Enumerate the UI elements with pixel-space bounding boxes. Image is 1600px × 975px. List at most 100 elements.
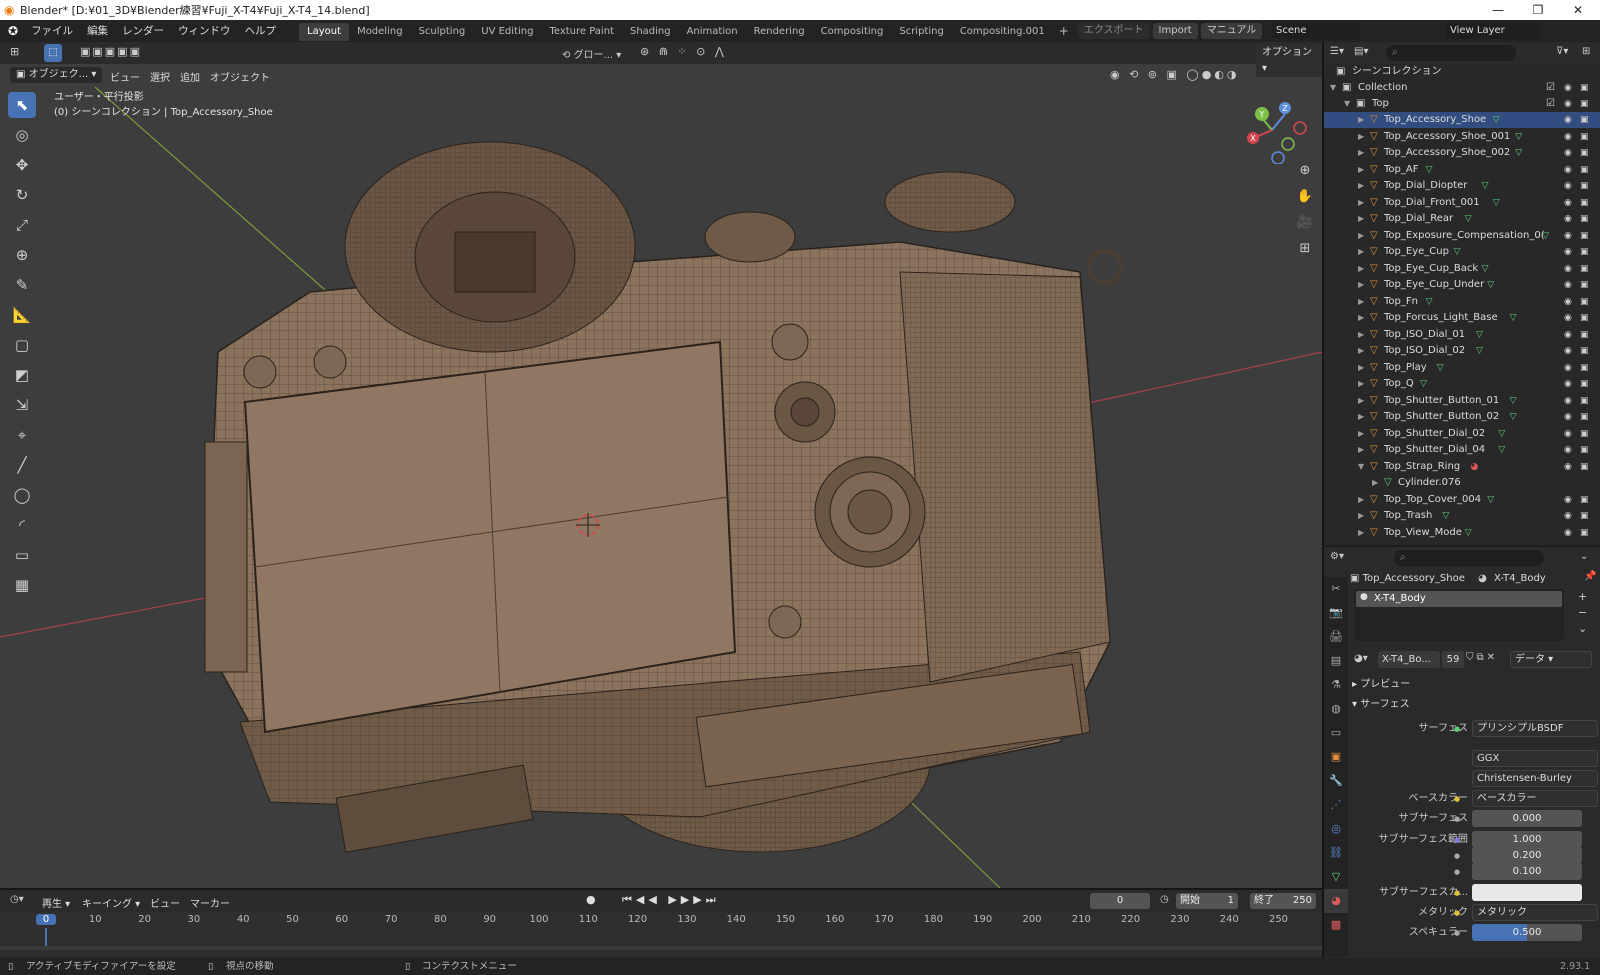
- expand-arrow-icon[interactable]: ▶: [1358, 376, 1364, 392]
- rotate-tool-icon[interactable]: ↻: [8, 182, 36, 208]
- constraints-tab-icon[interactable]: ⛓: [1324, 841, 1348, 865]
- select-box-tool-icon[interactable]: ⬚: [44, 44, 62, 62]
- menu-edit[interactable]: 編集: [80, 20, 115, 42]
- visibility-eye-icon[interactable]: ◉: [1564, 426, 1572, 442]
- visibility-eye-icon[interactable]: ◉: [1564, 360, 1572, 376]
- timeline-track-area[interactable]: 0 10 20 30 40 50 60 70 80 90 100 110 120 130 140 150 160…: [0, 912, 1322, 956]
- menu-keying[interactable]: キーイング ▾: [82, 895, 140, 910]
- menu-timeline-view[interactable]: ビュー: [150, 895, 180, 910]
- visibility-eye-icon[interactable]: ◉: [1564, 508, 1572, 524]
- outliner-item[interactable]: ▶ ▽ Top_Exposure_Compensation_0(▽ ◉ ▣: [1324, 228, 1600, 244]
- world-tab-icon[interactable]: ◍: [1324, 697, 1348, 721]
- extrude-tool-icon[interactable]: ◩: [8, 362, 36, 388]
- editor-type-icon[interactable]: ⊞: [10, 45, 19, 58]
- material-name-field[interactable]: X-T4_Bo...: [1378, 651, 1440, 668]
- mode-selector[interactable]: ▣ オブジェク... ▾: [10, 67, 103, 83]
- output-tab-icon[interactable]: 🖨: [1324, 625, 1348, 649]
- mesh-data-icon[interactable]: ▽: [1482, 261, 1489, 277]
- fake-user-duplicate-unlink-icons[interactable]: ⛉⧉✕: [1466, 652, 1498, 663]
- expand-arrow-icon[interactable]: ▶: [1358, 327, 1364, 343]
- poly-build-tool-icon[interactable]: ◜: [8, 512, 36, 538]
- menu-file[interactable]: ファイル: [24, 20, 80, 42]
- mesh-data-icon[interactable]: ▽: [1426, 294, 1433, 310]
- visibility-eye-icon[interactable]: ◉: [1564, 145, 1572, 161]
- transform-tool-icon[interactable]: ⊕: [8, 242, 36, 268]
- material-slot-item[interactable]: X-T4_Body: [1356, 591, 1562, 607]
- mesh-data-icon[interactable]: ▽: [1442, 508, 1449, 524]
- outliner-search-input[interactable]: ⌕: [1386, 45, 1516, 61]
- visibility-eye-icon[interactable]: ◉: [1564, 327, 1572, 343]
- outliner-item[interactable]: ▶ ▽ Top_ISO_Dial_02 ▽ ◉ ▣: [1324, 343, 1600, 359]
- expand-arrow-icon[interactable]: ▶: [1358, 195, 1364, 211]
- minimize-button[interactable]: —: [1478, 0, 1518, 20]
- outliner-top-collection[interactable]: ▼ ▣ Top ☑ ◉ ▣: [1324, 96, 1600, 112]
- mesh-data-icon[interactable]: ▽: [1437, 360, 1444, 376]
- visibility-eye-icon[interactable]: ◉: [1564, 96, 1572, 112]
- expand-arrow-icon[interactable]: ▶: [1358, 409, 1364, 425]
- remove-slot-button[interactable]: −: [1578, 605, 1587, 621]
- spin-tool-icon[interactable]: ▭: [8, 542, 36, 568]
- maximize-button[interactable]: ❐: [1518, 0, 1558, 20]
- timeline-scrollbar[interactable]: [0, 946, 1322, 950]
- mesh-data-icon[interactable]: ▽: [1510, 393, 1517, 409]
- expand-arrow-icon[interactable]: ▶: [1358, 129, 1364, 145]
- menu-playback[interactable]: 再生 ▾: [42, 895, 70, 910]
- render-camera-icon[interactable]: ▣: [1580, 129, 1589, 145]
- mesh-data-icon[interactable]: ▽: [1465, 211, 1472, 227]
- socket-dot-icon[interactable]: ●: [1454, 883, 1460, 903]
- tab-uv-editing[interactable]: UV Editing: [473, 23, 541, 41]
- expand-arrow-icon[interactable]: ▶: [1358, 145, 1364, 161]
- visibility-eye-icon[interactable]: ◉: [1564, 459, 1572, 475]
- cursor-tool-icon[interactable]: ◎: [8, 122, 36, 148]
- exclude-checkbox[interactable]: ☑: [1546, 96, 1555, 112]
- view-layer-tab-icon[interactable]: ▤: [1324, 649, 1348, 673]
- expand-arrow-icon[interactable]: ▶: [1358, 442, 1364, 458]
- scene-tab-icon[interactable]: ⚗: [1324, 673, 1348, 697]
- property-value-field[interactable]: GGX: [1472, 750, 1598, 767]
- mesh-data-icon[interactable]: ▽: [1493, 112, 1500, 128]
- visibility-eye-icon[interactable]: ◉: [1564, 162, 1572, 178]
- expand-arrow-icon[interactable]: ▶: [1358, 162, 1364, 178]
- smooth-tool-icon[interactable]: ▦: [8, 572, 36, 598]
- outliner-item[interactable]: ▶ ▽ Top_Shutter_Dial_02 ▽ ◉ ▣: [1324, 426, 1600, 442]
- outliner-item[interactable]: ▶ ▽ Top_Accessory_Shoe_002 ▽ ◉ ▣: [1324, 145, 1600, 161]
- expand-arrow-icon[interactable]: ▶: [1358, 244, 1364, 260]
- expand-arrow-icon[interactable]: ▼: [1344, 96, 1350, 112]
- expand-arrow-icon[interactable]: ▶: [1358, 294, 1364, 310]
- render-camera-icon[interactable]: ▣: [1580, 294, 1589, 310]
- expand-arrow-icon[interactable]: ▶: [1358, 211, 1364, 227]
- record-button[interactable]: ●: [586, 893, 596, 906]
- visibility-eye-icon[interactable]: ◉: [1564, 393, 1572, 409]
- physics-tab-icon[interactable]: ◎: [1324, 817, 1348, 841]
- measure-tool-icon[interactable]: 📐: [8, 302, 36, 328]
- socket-dot-icon[interactable]: ●: [1454, 789, 1460, 809]
- pin-icon[interactable]: 📌: [1584, 571, 1596, 582]
- expand-arrow-icon[interactable]: ▶: [1358, 310, 1364, 326]
- tab-compositing[interactable]: Compositing: [813, 23, 892, 41]
- select-tool-icon[interactable]: ⬉: [8, 92, 36, 118]
- particles-tab-icon[interactable]: ⋰: [1324, 793, 1348, 817]
- tab-modeling[interactable]: Modeling: [349, 23, 411, 41]
- visibility-eye-icon[interactable]: ◉: [1564, 525, 1572, 541]
- new-collection-icon[interactable]: ⊞: [1582, 46, 1590, 57]
- outliner-item[interactable]: ▶ ▽ Top_Dial_Diopter ▽ ◉ ▣: [1324, 178, 1600, 194]
- render-camera-icon[interactable]: ▣: [1580, 442, 1589, 458]
- outliner-item[interactable]: ▶ ▽ Top_Eye_Cup_Under ▽ ◉ ▣: [1324, 277, 1600, 293]
- visibility-eye-icon[interactable]: ◉: [1564, 80, 1572, 96]
- expand-arrow-icon[interactable]: ▶: [1358, 277, 1364, 293]
- playback-controls[interactable]: ⏮◀◀ ▶▶▶⏭: [622, 893, 720, 907]
- outliner-item[interactable]: ▶ ▽ Top_Forcus_Light_Base ▽ ◉ ▣: [1324, 310, 1600, 326]
- expand-arrow-icon[interactable]: ▶: [1358, 178, 1364, 194]
- property-value-field[interactable]: 0.100: [1472, 863, 1582, 880]
- knife-tool-icon[interactable]: ◯: [8, 482, 36, 508]
- socket-dot-icon[interactable]: ●: [1454, 719, 1460, 739]
- material-icon[interactable]: ◕: [1470, 459, 1478, 475]
- surface-section-header[interactable]: ▾ サーフェス: [1352, 697, 1410, 713]
- filter-icon[interactable]: ⊽▾: [1556, 46, 1568, 57]
- menu-object[interactable]: オブジェクト: [210, 69, 270, 84]
- properties-options-icon[interactable]: ⌄: [1580, 551, 1588, 562]
- render-camera-icon[interactable]: ▣: [1580, 162, 1589, 178]
- inset-tool-icon[interactable]: ⇲: [8, 392, 36, 418]
- render-camera-icon[interactable]: ▣: [1580, 195, 1589, 211]
- outliner-item[interactable]: ▶ ▽ Top_Eye_Cup ▽ ◉ ▣: [1324, 244, 1600, 260]
